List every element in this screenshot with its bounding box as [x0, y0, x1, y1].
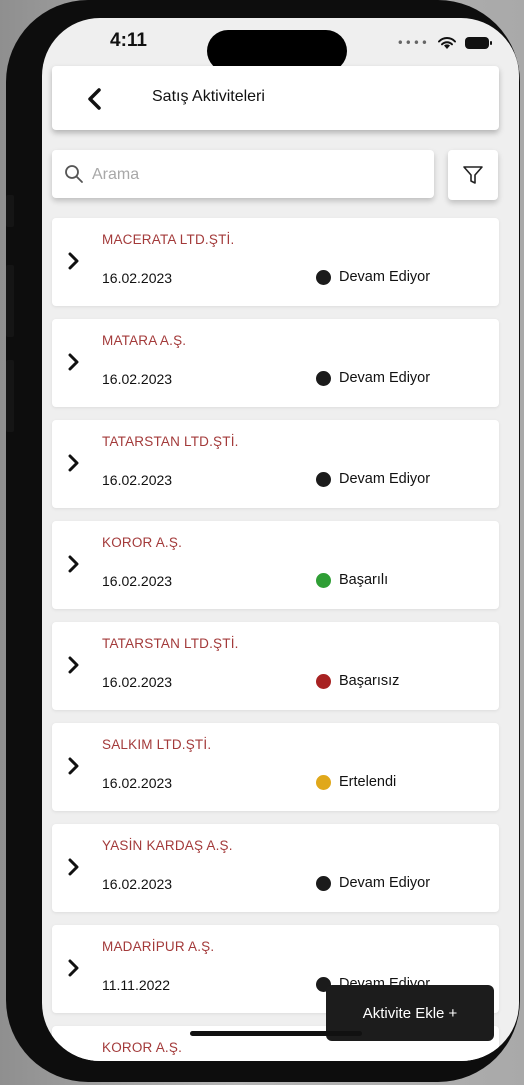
background: 4:11 •••• Satış Aktiviteleri Arama MACER… — [0, 0, 524, 1085]
company-name: MADARİPUR A.Ş. — [102, 939, 215, 954]
filter-icon — [463, 166, 483, 184]
status-label: Devam Ediyor — [339, 875, 431, 891]
chevron-right-icon[interactable] — [66, 757, 82, 775]
activity-date: 16.02.2023 — [102, 573, 173, 589]
home-indicator — [190, 1031, 362, 1036]
status-label: Ertelendi — [339, 774, 397, 790]
chevron-right-icon[interactable] — [66, 252, 82, 270]
company-name: SALKIM LTD.ŞTİ. — [102, 737, 212, 752]
silent-switch — [6, 195, 14, 227]
company-name: YASİN KARDAŞ A.Ş. — [102, 838, 233, 853]
company-name: KOROR A.Ş. — [102, 535, 183, 550]
status-icons: •••• — [396, 36, 492, 50]
status-dot — [316, 471, 331, 487]
status-badge: Ertelendi — [316, 774, 396, 790]
activity-list-item[interactable]: MACERATA LTD.ŞTİ. 16.02.2023 Devam Ediyor — [52, 218, 499, 306]
status-badge: Başarılı — [316, 572, 388, 588]
status-dot — [316, 875, 331, 891]
phone-frame: 4:11 •••• Satış Aktiviteleri Arama MACER… — [6, 0, 520, 1082]
chevron-right-icon[interactable] — [66, 656, 82, 674]
activity-list-item[interactable]: TATARSTAN LTD.ŞTİ. 16.02.2023 Devam Ediyor — [52, 420, 499, 508]
status-badge: Devam Ediyor — [316, 875, 430, 891]
activity-list-item[interactable]: SALKIM LTD.ŞTİ. 16.02.2023 Ertelendi — [52, 723, 499, 811]
back-button[interactable] — [80, 84, 110, 114]
status-label: Devam Ediyor — [339, 471, 431, 487]
status-badge: Devam Ediyor — [316, 370, 430, 386]
activity-date: 16.02.2023 — [102, 775, 173, 791]
screen: 4:11 •••• Satış Aktiviteleri Arama MACER… — [42, 18, 519, 1061]
company-name: TATARSTAN LTD.ŞTİ. — [102, 636, 239, 651]
activity-date: 16.02.2023 — [102, 270, 173, 286]
chevron-right-icon[interactable] — [66, 353, 82, 371]
activity-list-item[interactable]: YASİN KARDAŞ A.Ş. 16.02.2023 Devam Ediyor — [52, 824, 499, 912]
company-name: MATARA A.Ş. — [102, 333, 187, 348]
page-title: Satış Aktiviteleri — [152, 88, 265, 105]
search-icon — [65, 165, 83, 183]
activity-date: 16.02.2023 — [102, 674, 173, 690]
status-badge: Devam Ediyor — [316, 471, 430, 487]
filter-button[interactable] — [448, 150, 498, 200]
status-badge: Başarısız — [316, 673, 399, 689]
activity-date: 16.02.2023 — [102, 876, 173, 892]
status-badge: Devam Ediyor — [316, 269, 430, 285]
activity-date: 16.02.2023 — [102, 371, 173, 387]
chevron-right-icon[interactable] — [66, 858, 82, 876]
status-label: Başarısız — [339, 673, 400, 689]
status-dot — [316, 774, 331, 790]
company-name: KOROR A.Ş. — [102, 1040, 183, 1055]
status-bar: 4:11 •••• — [42, 18, 519, 72]
signal-icon: •••• — [396, 36, 429, 50]
activity-list: MACERATA LTD.ŞTİ. 16.02.2023 Devam Ediyor M… — [52, 218, 499, 1061]
status-dot — [316, 370, 331, 386]
search-bar — [52, 150, 434, 200]
company-name: MACERATA LTD.ŞTİ. — [102, 232, 235, 247]
activity-date: 16.02.2023 — [102, 472, 173, 488]
volume-up-button — [6, 265, 14, 337]
status-label: Devam Ediyor — [339, 269, 431, 285]
activity-list-item[interactable]: TATARSTAN LTD.ŞTİ. 16.02.2023 Başarısız — [52, 622, 499, 710]
chevron-right-icon[interactable] — [66, 555, 82, 573]
activity-date: 11.11.2022 — [102, 977, 170, 993]
activity-list-item[interactable]: KOROR A.Ş. 16.02.2023 Başarılı — [52, 521, 499, 609]
activity-list-item[interactable]: MATARA A.Ş. 16.02.2023 Devam Ediyor — [52, 319, 499, 407]
chevron-right-icon[interactable] — [66, 1060, 82, 1061]
chevron-left-icon — [88, 88, 101, 110]
status-time: 4:11 — [110, 30, 147, 51]
company-name: TATARSTAN LTD.ŞTİ. — [102, 434, 239, 449]
wifi-icon — [438, 37, 456, 49]
status-dot — [316, 673, 331, 689]
search-input[interactable] — [90, 150, 424, 200]
status-label: Başarılı — [339, 572, 389, 588]
app-header: Satış Aktiviteleri — [52, 66, 499, 130]
volume-down-button — [6, 360, 14, 432]
battery-icon — [465, 37, 492, 49]
chevron-right-icon[interactable] — [66, 454, 82, 472]
chevron-right-icon[interactable] — [66, 959, 82, 977]
status-label: Devam Ediyor — [339, 370, 431, 386]
status-dot — [316, 572, 331, 588]
status-dot — [316, 269, 331, 285]
